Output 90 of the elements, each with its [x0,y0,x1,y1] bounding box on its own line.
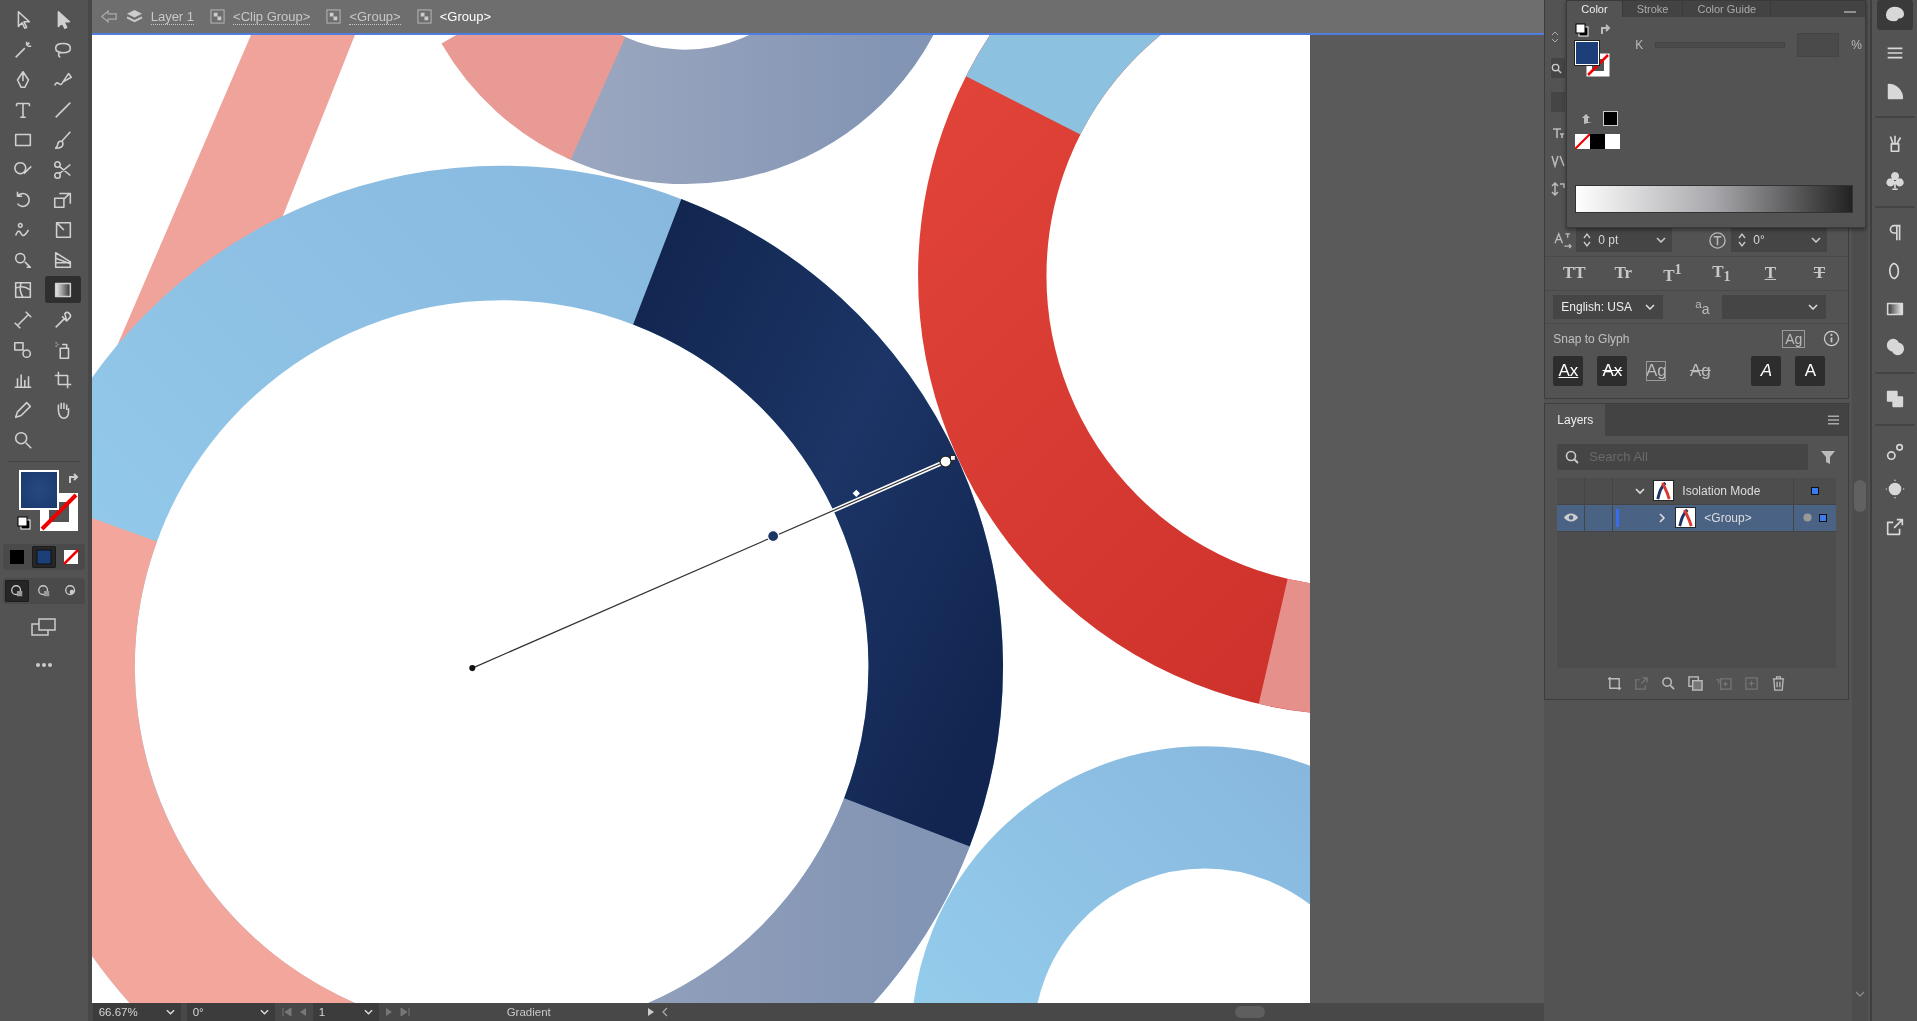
layer-row[interactable]: Isolation Mode [1557,477,1837,505]
language-dropdown[interactable]: English: USA [1553,294,1664,319]
color-spectrum-bar[interactable] [1575,185,1854,213]
snap-option-button[interactable]: Ag [1685,355,1716,386]
breadcrumb-link[interactable]: <Clip Group> [233,8,311,25]
caret-icon [165,1009,175,1015]
rotation-dropdown[interactable]: 0° [186,1003,275,1021]
type-style-button[interactable]: TT [1559,263,1590,284]
snap-option-button[interactable]: A [1751,355,1782,386]
type-style-button[interactable]: T [1804,263,1835,284]
color-swatch[interactable] [1603,111,1619,126]
breadcrumb-link[interactable]: <Group> [439,8,492,25]
selection-square-icon[interactable] [1819,513,1828,522]
group-icon [416,9,432,24]
layers-stack-icon [125,9,143,24]
color-swatch[interactable] [1590,134,1606,149]
group-icon [326,9,342,24]
font-size-icon [1551,126,1566,140]
default-colors-icon[interactable] [16,516,31,530]
layer-name: Isolation Mode [1682,483,1761,498]
caret-icon [1645,303,1656,310]
more-tools-icon[interactable] [34,662,53,668]
search-icon[interactable] [1661,675,1677,691]
group-icon [210,9,226,24]
caret-icon [259,1009,269,1015]
unit-label: % [1851,38,1863,52]
layer-row[interactable]: <Group> [1557,504,1837,532]
expand-chevron-icon[interactable] [1657,512,1668,523]
aki-label: $^{a}$a [1695,296,1710,317]
layers-tab[interactable]: Layers [1545,403,1606,436]
color-swatch[interactable] [1605,134,1621,149]
layer-thumbnail [1675,507,1697,529]
scroll-left-icon[interactable] [660,1007,669,1017]
tracking-field[interactable]: 0 pt [1576,228,1673,252]
artboard-dropdown[interactable]: 1 [312,1003,379,1021]
zoom-dropdown[interactable]: 66.67% [92,1003,181,1021]
eye-icon[interactable] [1562,512,1579,524]
draw-normal-icon[interactable] [4,580,29,602]
gradient-color-button[interactable] [31,546,56,568]
rotate-character-icon [1708,230,1728,250]
channel-label: K [1635,38,1644,52]
play-arrow-icon[interactable] [646,1007,655,1017]
gradient-square-icon[interactable] [44,276,81,303]
spinner-arrows-icon[interactable] [1551,30,1560,44]
character-rotation-field[interactable]: 0° [1731,228,1828,252]
kerning-icon [1551,154,1566,168]
spinner-arrows-icon [1582,232,1593,248]
status-mode-label: Gradient [506,1006,551,1018]
snap-option-button[interactable]: A [1795,355,1826,386]
caret-icon [1811,237,1822,243]
clipping-mask-icon[interactable] [1688,675,1704,691]
default-colors-icon[interactable] [1575,23,1590,37]
vertical-scale-icon [1551,182,1566,196]
snap-option-button[interactable]: Ax [1553,355,1584,386]
artboard-collect-icon[interactable] [1607,675,1623,691]
trash-icon[interactable] [1771,675,1787,691]
info-icon[interactable] [1823,330,1841,348]
font-search-field[interactable] [1551,58,1566,78]
snap-to-glyph-label: Snap to Glyph [1553,331,1631,346]
menu-icon[interactable] [1827,414,1841,425]
layer-name: <Group> [1704,510,1752,525]
none-swatch[interactable] [1575,134,1591,149]
panel-tab[interactable]: Stroke [1622,1,1684,17]
glyph-bounds-label: Ag [1782,329,1806,348]
breadcrumb-link[interactable]: Layer 1 [150,8,195,25]
expand-chevron-icon[interactable] [1635,485,1646,496]
search-icon [1551,62,1563,74]
breadcrumb-link[interactable]: <Group> [349,8,401,25]
fill-swatch[interactable] [18,470,59,510]
swap-arrow-icon[interactable] [66,472,81,486]
font-style-field[interactable] [1551,92,1566,112]
tracking-icon [1553,231,1573,249]
selection-square-icon[interactable] [1811,486,1820,495]
layer-thumbnail [1653,480,1675,502]
caret-icon [1656,237,1667,243]
caret-icon [363,1009,373,1015]
filter-icon[interactable] [1820,448,1837,465]
gradient-annotator[interactable] [468,454,956,672]
screen-mode-icon[interactable] [30,618,57,636]
palette-icon[interactable] [1876,0,1913,30]
fill-swatch[interactable] [1575,41,1600,65]
type-style-button[interactable]: T$_{1}$ [1706,261,1737,285]
type-style-button[interactable]: Tr [1608,263,1639,284]
type-style-button[interactable]: T$^{1}$ [1657,261,1688,286]
caret-icon [1807,303,1818,310]
panel-tab[interactable]: Color [1567,1,1623,17]
snap-option-button[interactable]: Ax [1597,355,1628,386]
spinner-arrows-icon [1737,232,1748,248]
type-style-button[interactable]: T [1755,263,1786,284]
panel-tab[interactable]: Color Guide [1683,1,1772,17]
